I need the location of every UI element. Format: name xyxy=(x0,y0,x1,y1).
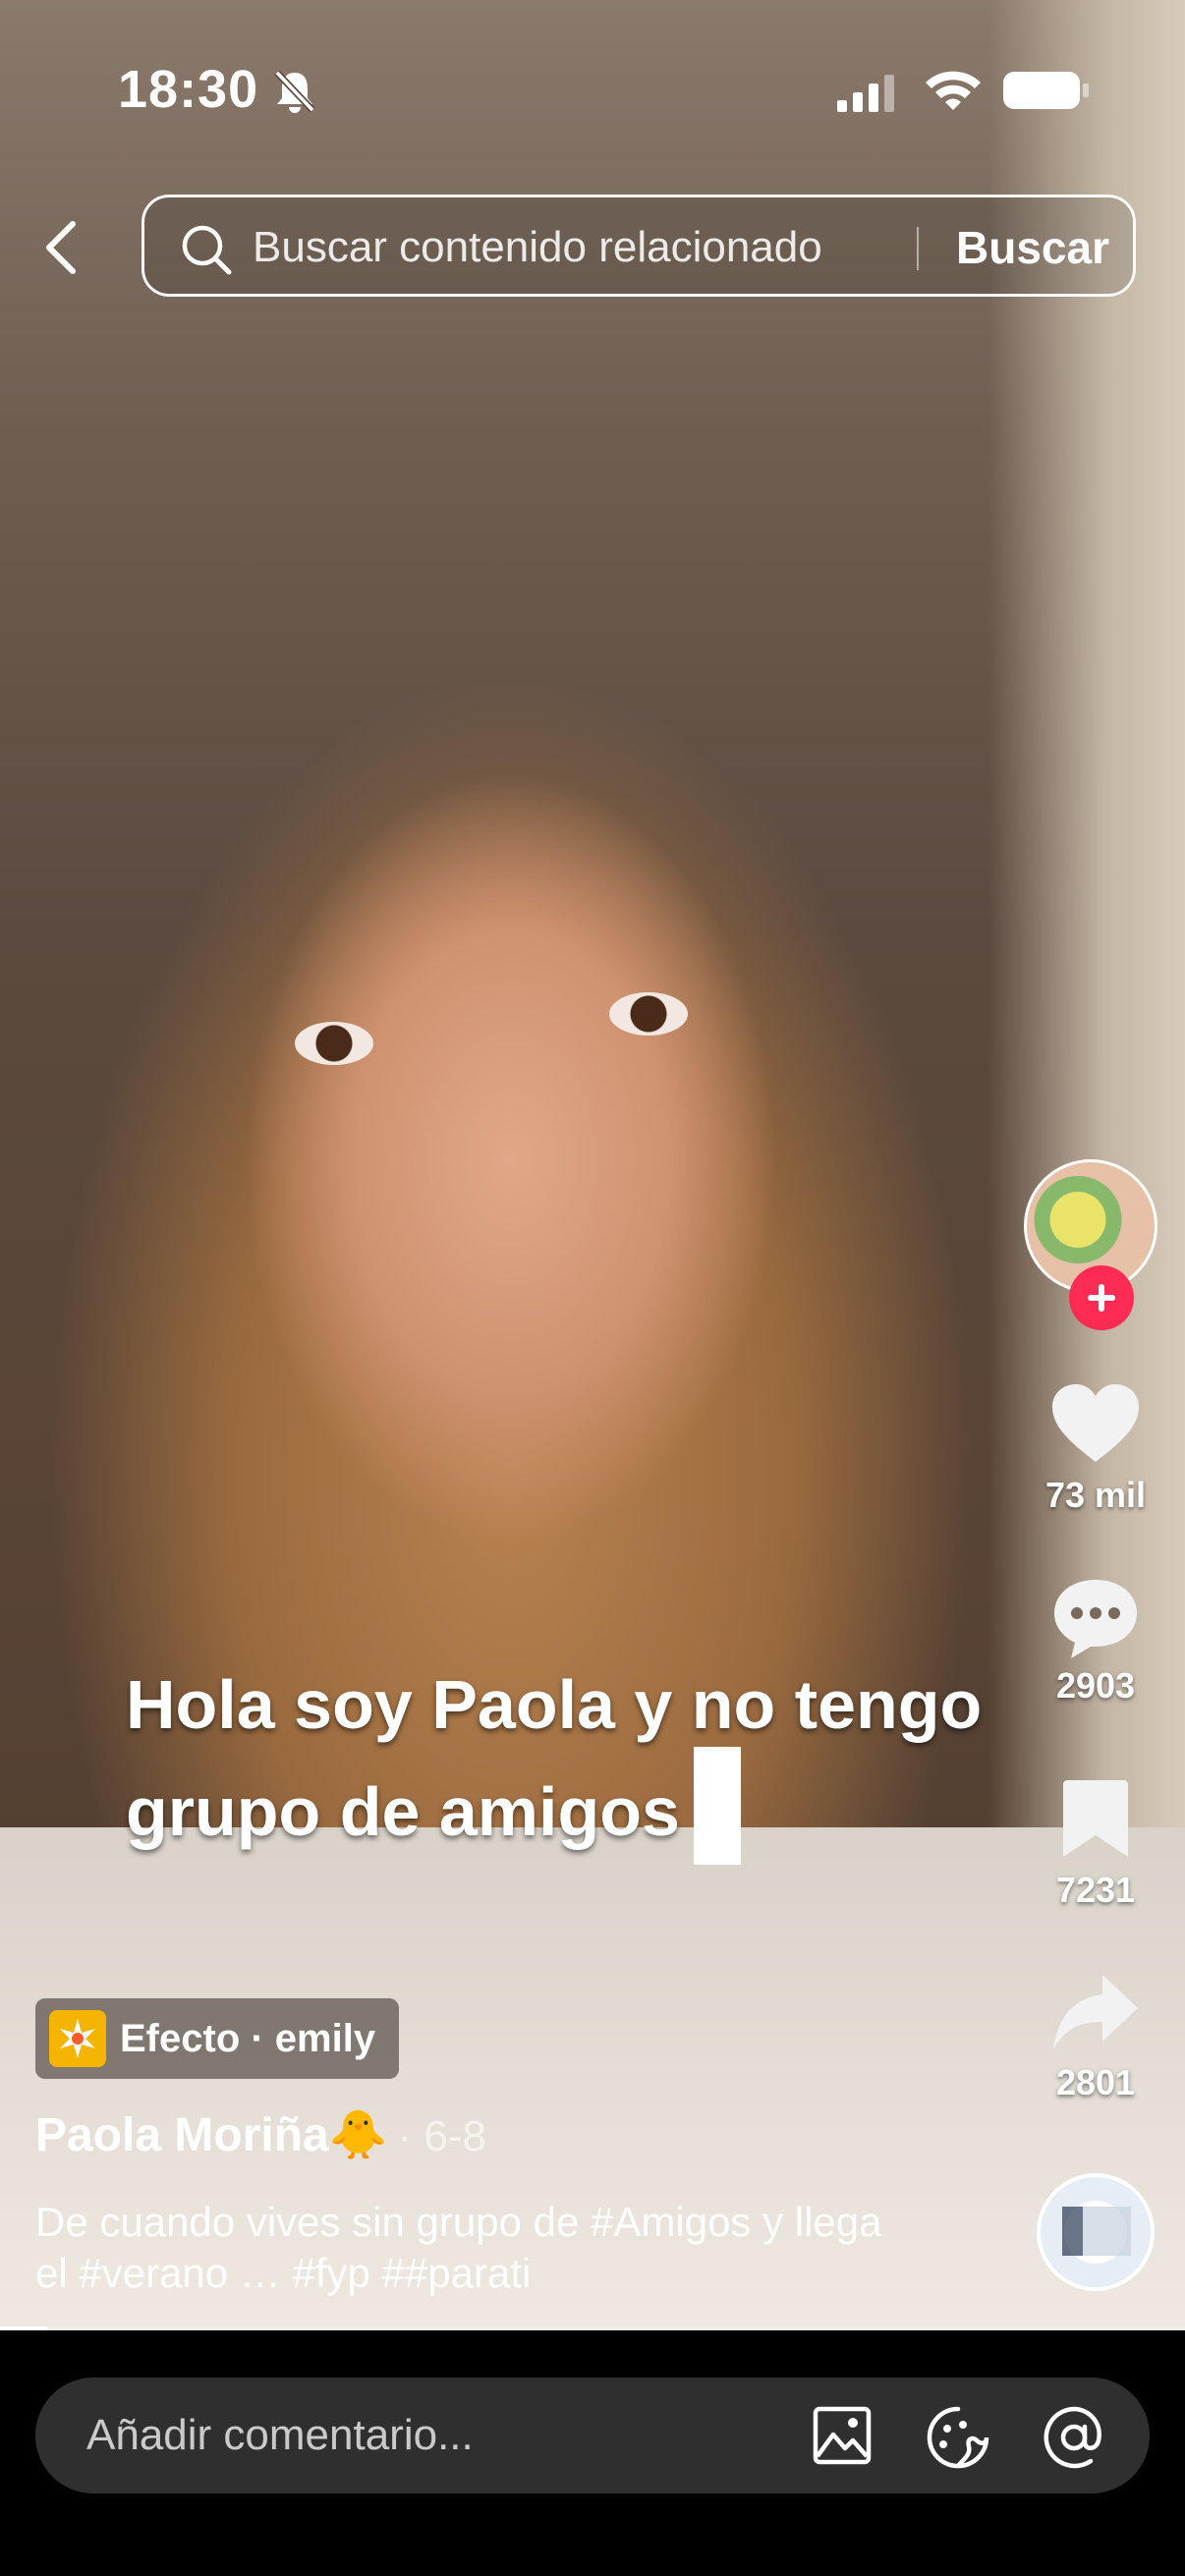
music-disc[interactable] xyxy=(1037,2173,1155,2291)
video-description: De cuando vives sin grupo de #Amigos y l… xyxy=(35,2197,920,2299)
plus-icon xyxy=(1088,1284,1115,1312)
post-date: · 6-8 xyxy=(397,2112,486,2160)
author-name[interactable]: Paola Moriña🐥 xyxy=(35,2109,388,2161)
back-button[interactable] xyxy=(35,216,94,279)
search-divider xyxy=(917,227,919,270)
search-button[interactable]: Buscar xyxy=(956,221,1109,274)
wifi-icon xyxy=(924,67,983,117)
author-line[interactable]: Paola Moriña🐥 · 6-8 xyxy=(35,2106,486,2162)
image-icon[interactable] xyxy=(812,2405,873,2471)
sticker-icon[interactable] xyxy=(926,2405,990,2475)
description-text: De cuando vives sin grupo de xyxy=(35,2199,592,2245)
save-count: 7231 xyxy=(1055,1870,1136,1910)
bottom-bar: Añadir comentario... xyxy=(0,2330,1185,2576)
top-bar: Buscar contenido relacionado Buscar xyxy=(0,195,1185,301)
video-player[interactable] xyxy=(0,0,1185,2330)
like-button[interactable]: 73 mil xyxy=(1012,1383,1179,1516)
effect-sparkle-icon xyxy=(49,2010,106,2067)
share-arrow-icon xyxy=(1053,1975,1138,2049)
video-subject-eye xyxy=(609,992,688,1036)
bookmark-button[interactable]: 7231 xyxy=(1012,1778,1179,1911)
status-time: 18:30 xyxy=(118,60,259,119)
follow-button[interactable] xyxy=(1069,1265,1134,1330)
caption-text: Hola soy Paola y no tengo grupo de amigo… xyxy=(126,1666,983,1850)
effect-label: Efecto · emily xyxy=(120,2016,376,2060)
comment-count: 2903 xyxy=(1055,1665,1136,1706)
hashtag-link[interactable]: ##parati xyxy=(382,2250,532,2296)
search-placeholder: Buscar contenido relacionado xyxy=(253,223,822,271)
video-caption-overlay: Hola soy Paola y no tengo grupo de amigo… xyxy=(126,1662,1069,1865)
chevron-left-icon xyxy=(46,221,76,274)
share-count: 2801 xyxy=(1055,2062,1136,2102)
heart-icon xyxy=(1052,1384,1139,1462)
like-count: 73 mil xyxy=(1044,1475,1147,1515)
comment-button[interactable]: 2903 xyxy=(1012,1576,1179,1707)
status-bar: 18:30 xyxy=(0,59,1185,128)
creator-avatar-button[interactable] xyxy=(1024,1159,1157,1330)
battery-icon xyxy=(1002,71,1091,115)
bell-muted-icon xyxy=(273,69,316,119)
comment-placeholder: Añadir comentario... xyxy=(86,2411,474,2459)
signal-icon xyxy=(837,75,900,117)
hashtag-link[interactable]: #Amigos xyxy=(591,2199,751,2245)
hashtag-link[interactable]: #verano xyxy=(79,2250,228,2296)
mention-at-icon[interactable] xyxy=(1042,2405,1106,2475)
search-icon xyxy=(180,223,233,281)
caption-cursor xyxy=(693,1747,741,1865)
video-subject-eye xyxy=(295,1022,373,1065)
music-disc-artwork xyxy=(1062,2207,1131,2256)
hashtag-link[interactable]: #fyp xyxy=(292,2250,369,2296)
bookmark-icon xyxy=(1063,1780,1128,1857)
search-input[interactable]: Buscar contenido relacionado Buscar xyxy=(141,195,1136,297)
comment-input[interactable]: Añadir comentario... xyxy=(35,2378,1150,2493)
effect-tag[interactable]: Efecto · emily xyxy=(35,1998,400,2079)
share-button[interactable]: 2801 xyxy=(1012,1973,1179,2103)
description-text xyxy=(370,2250,382,2296)
comment-bubble-icon xyxy=(1054,1580,1137,1658)
description-text: … xyxy=(228,2250,293,2296)
